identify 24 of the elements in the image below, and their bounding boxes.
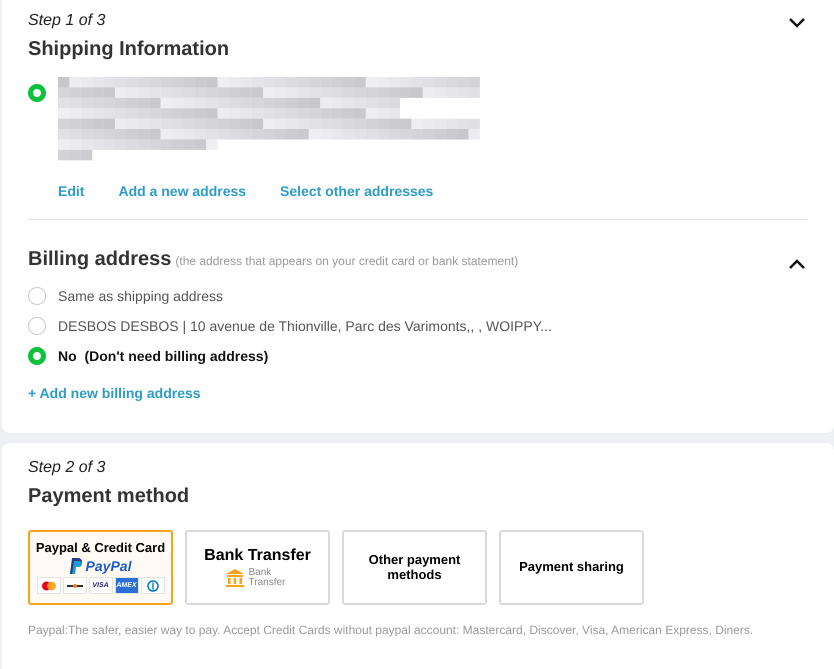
- card-icon: [62, 577, 86, 594]
- paypal-logo: PayPal: [70, 558, 132, 574]
- section-title: Billing address: [28, 248, 172, 271]
- payment-method-option[interactable]: Other payment methods: [342, 530, 487, 605]
- payment-note: Paypal:The safer, easier way to pay. Accept Credit Cards without paypal account: Mastercard, Discover, Visa, American Express, Diners.: [28, 623, 754, 637]
- billing-radio[interactable]: [28, 317, 46, 335]
- card-icon: [140, 577, 164, 594]
- billing-radio[interactable]: [28, 347, 46, 365]
- payment-method-option[interactable]: Bank Transfer Bank Transfer: [185, 530, 330, 605]
- chevron-down-icon[interactable]: [788, 17, 806, 29]
- step-label: Step 2 of 3: [28, 459, 106, 477]
- chevron-up-icon[interactable]: [788, 258, 806, 270]
- address-radio[interactable]: [28, 84, 46, 102]
- billing-radio[interactable]: [28, 287, 46, 305]
- section-title: Shipping Information: [28, 38, 230, 61]
- payment-method-option[interactable]: Payment sharing: [499, 530, 644, 605]
- section-title: Payment method: [28, 485, 190, 508]
- mastercard-icon: [36, 577, 60, 594]
- step-label: Step 1 of 3: [28, 12, 106, 30]
- bank-transfer-logo: Bank Transfer: [224, 568, 290, 588]
- billing-hint: (the address that appears on your credit card or bank statement): [175, 254, 518, 268]
- billing-option-label: No (Don't need billing address): [58, 348, 268, 364]
- billing-option-label: DESBOS DESBOS | 10 avenue de Thionville, Parc des Varimonts,, , WOIPPY...: [58, 318, 552, 334]
- billing-option-label: Same as shipping address: [58, 288, 223, 304]
